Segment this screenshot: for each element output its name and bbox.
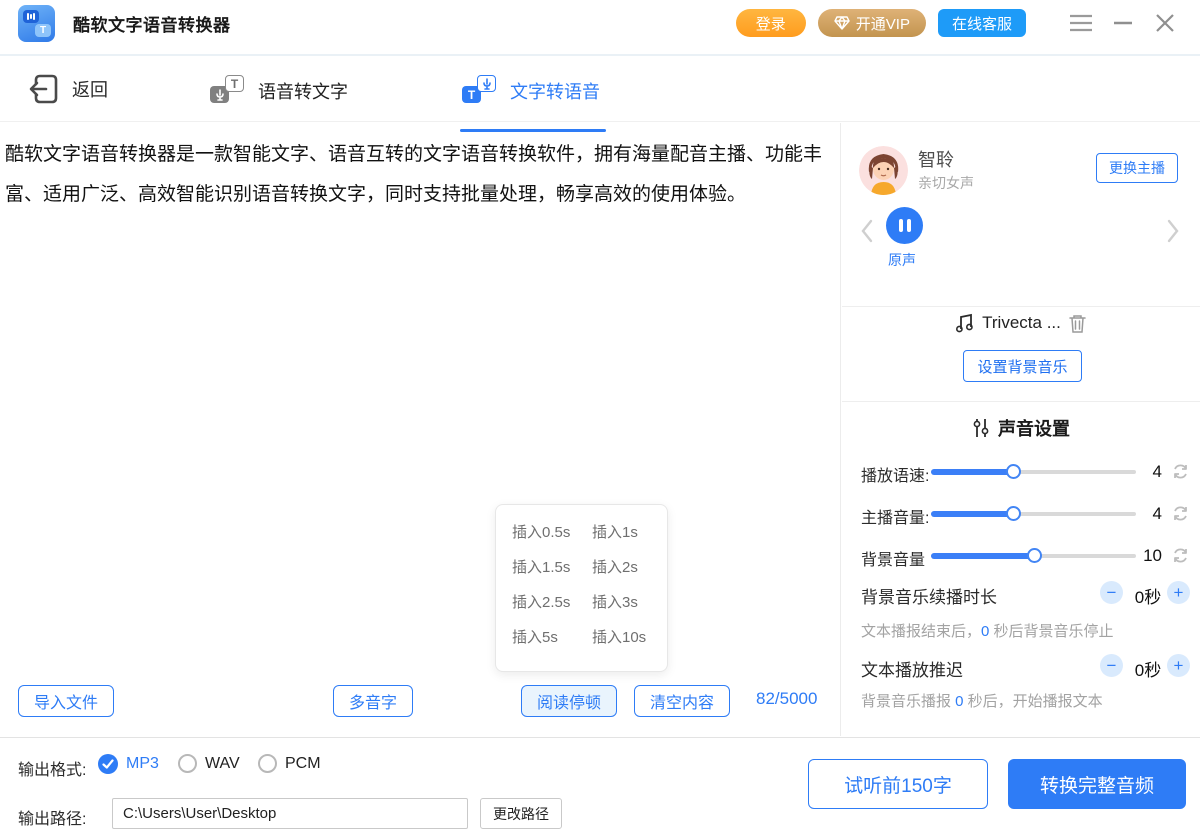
bg-duration-value: 0秒 <box>1128 583 1168 608</box>
sliders-icon <box>972 418 990 438</box>
tab-speech-to-text[interactable]: T 语音转文字 <box>210 72 348 110</box>
char-count: 82/5000 <box>756 689 817 709</box>
tab-label-active: 文字转语音 <box>510 78 600 104</box>
diamond-icon <box>834 16 850 30</box>
sound-settings-title: 声音设置 <box>998 415 1070 441</box>
format-radio-pcm[interactable]: PCM <box>258 754 321 773</box>
format-label: 输出格式: <box>18 756 86 780</box>
bg-volume-slider-row: 背景音量 10 <box>842 544 1200 568</box>
support-button[interactable]: 在线客服 <box>938 9 1026 37</box>
close-icon[interactable] <box>1150 8 1180 38</box>
insert-option[interactable]: 插入3s <box>592 591 638 612</box>
set-bg-music-button[interactable]: 设置背景音乐 <box>963 350 1082 382</box>
bg-duration-row: 背景音乐续播时长 − 0秒 + <box>842 581 1200 605</box>
output-path-input[interactable] <box>112 798 468 829</box>
tab-bar: 返回 T 语音转文字 T 文字转语音 <box>0 58 1200 122</box>
bg-duration-hint: 文本播报结束后，0 秒后背景音乐停止 <box>861 620 1191 641</box>
voice-volume-slider[interactable] <box>931 512 1136 516</box>
app-logo-icon: T <box>18 5 55 42</box>
format-option-label: WAV <box>205 755 240 773</box>
chevron-left-icon[interactable] <box>860 219 874 248</box>
format-radio-mp3[interactable]: MP3 <box>98 754 159 774</box>
insert-option[interactable]: 插入10s <box>592 626 646 647</box>
text-editor-panel[interactable]: 酷软文字语音转换器是一款智能文字、语音互转的文字语音转换软件，拥有海量配音主播、… <box>0 123 841 736</box>
speed-label: 播放语速: <box>861 462 929 486</box>
voice-volume-label: 主播音量: <box>861 504 929 528</box>
reading-pause-button[interactable]: 阅读停顿 <box>521 685 617 717</box>
pause-playback-button[interactable] <box>886 207 923 244</box>
delay-row: 文本播放推迟 − 0秒 + <box>842 654 1200 678</box>
speed-slider[interactable] <box>931 470 1136 474</box>
convert-button[interactable]: 转换完整音频 <box>1008 759 1186 809</box>
checked-radio-icon <box>98 754 118 774</box>
voice-volume-reset-icon[interactable] <box>1172 505 1189 527</box>
format-radio-wav[interactable]: WAV <box>178 754 240 773</box>
bg-duration-plus-button[interactable]: + <box>1167 581 1190 604</box>
sample-label: 原声 <box>888 250 916 270</box>
back-icon <box>28 72 60 106</box>
music-note-icon <box>956 313 974 333</box>
speed-slider-row: 播放语速: 4 <box>842 460 1200 484</box>
delay-minus-button[interactable]: − <box>1100 654 1123 677</box>
insert-option[interactable]: 插入2.5s <box>512 591 592 612</box>
insert-option[interactable]: 插入0.5s <box>512 521 592 542</box>
speech-to-text-icon: T <box>210 75 244 107</box>
back-button[interactable]: 返回 <box>28 72 108 106</box>
voice-volume-value: 4 <box>1136 504 1162 524</box>
tab-text-to-speech[interactable]: T 文字转语音 <box>462 72 600 110</box>
footer-bar: 输出格式: MP3 WAV PCM 输出路径: 更改路径 试听前150字 转换完… <box>0 737 1200 836</box>
voice-avatar <box>859 146 908 195</box>
speed-value: 4 <box>1136 462 1162 482</box>
speed-reset-icon[interactable] <box>1172 463 1189 485</box>
unchecked-radio-icon <box>258 754 277 773</box>
bg-volume-reset-icon[interactable] <box>1172 547 1189 569</box>
voice-desc: 亲切女声 <box>918 173 974 193</box>
bg-volume-value: 10 <box>1136 546 1162 566</box>
clear-content-button[interactable]: 清空内容 <box>634 685 730 717</box>
voice-volume-slider-row: 主播音量: 4 <box>842 502 1200 526</box>
delay-value: 0秒 <box>1128 656 1168 681</box>
pause-insert-popup: 插入0.5s插入1s 插入1.5s插入2s 插入2.5s插入3s 插入5s插入1… <box>495 504 668 672</box>
tab-label: 语音转文字 <box>258 78 348 104</box>
sidebar: 智聆 亲切女声 更换主播 原声 Trivecta ... 设置背景音乐 <box>842 123 1200 736</box>
insert-option[interactable]: 插入1s <box>592 521 638 542</box>
music-track-name: Trivecta ... <box>982 313 1061 333</box>
chevron-right-icon[interactable] <box>1166 219 1180 248</box>
import-file-button[interactable]: 导入文件 <box>18 685 114 717</box>
delay-plus-button[interactable]: + <box>1167 654 1190 677</box>
minimize-icon[interactable] <box>1108 8 1138 38</box>
app-title: 酷软文字语音转换器 <box>73 11 231 36</box>
bg-duration-label: 背景音乐续播时长 <box>861 583 997 608</box>
voice-name: 智聆 <box>918 146 954 172</box>
main-area: 酷软文字语音转换器是一款智能文字、语音互转的文字语音转换软件，拥有海量配音主播、… <box>0 123 1200 736</box>
editor-text[interactable]: 酷软文字语音转换器是一款智能文字、语音互转的文字语音转换软件，拥有海量配音主播、… <box>5 135 833 215</box>
change-voice-button[interactable]: 更换主播 <box>1096 153 1178 183</box>
format-option-label: MP3 <box>126 755 159 773</box>
format-option-label: PCM <box>285 755 321 773</box>
polyphonic-button[interactable]: 多音字 <box>333 685 413 717</box>
path-label: 输出路径: <box>18 805 86 829</box>
change-path-button[interactable]: 更改路径 <box>480 798 562 829</box>
bg-duration-minus-button[interactable]: − <box>1100 581 1123 604</box>
delay-hint: 背景音乐播报 0 秒后，开始播报文本 <box>861 690 1191 711</box>
vip-button[interactable]: 开通VIP <box>818 9 926 37</box>
bg-volume-slider[interactable] <box>931 554 1136 558</box>
insert-option[interactable]: 插入2s <box>592 556 638 577</box>
text-to-speech-icon: T <box>462 75 496 107</box>
login-button[interactable]: 登录 <box>736 9 806 37</box>
title-bar: T 酷软文字语音转换器 登录 开通VIP 在线客服 <box>0 0 1200 56</box>
delay-label: 文本播放推迟 <box>861 656 963 681</box>
menu-icon[interactable] <box>1066 8 1096 38</box>
delete-music-icon[interactable] <box>1069 314 1086 333</box>
insert-option[interactable]: 插入1.5s <box>512 556 592 577</box>
bg-volume-label: 背景音量 <box>861 546 925 570</box>
insert-option[interactable]: 插入5s <box>512 626 592 647</box>
back-label: 返回 <box>72 76 108 102</box>
preview-button[interactable]: 试听前150字 <box>808 759 988 809</box>
unchecked-radio-icon <box>178 754 197 773</box>
